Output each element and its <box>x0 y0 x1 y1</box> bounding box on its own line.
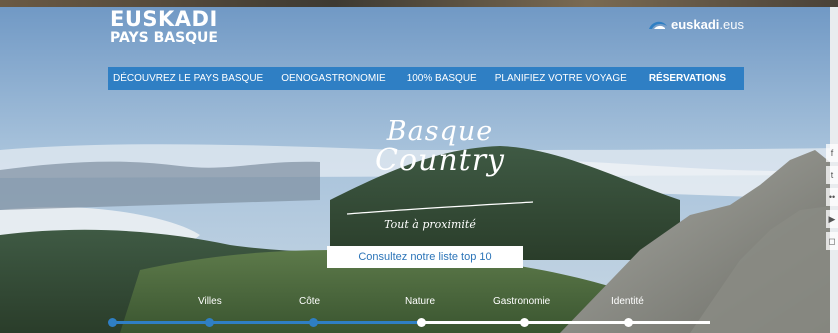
top10-cta-button[interactable]: Consultez notre liste top 10 <box>327 246 523 268</box>
nav-item-reservations[interactable]: RÉSERVATIONS <box>649 73 726 84</box>
hero-tagline: Tout à proximité <box>384 218 476 231</box>
facebook-icon[interactable]: f <box>826 144 838 162</box>
brand-name: euskadi <box>671 17 720 32</box>
twitter-icon[interactable]: t <box>826 166 838 184</box>
euskadi-wave-icon <box>649 21 667 29</box>
timeline-label-nature[interactable]: Nature <box>405 296 435 307</box>
hero-title-line-2: Country <box>374 143 505 178</box>
timeline-label-villes[interactable]: Villes <box>198 296 222 307</box>
instagram-icon[interactable]: ◻ <box>826 232 838 250</box>
timeline-dot-villes[interactable] <box>205 318 214 327</box>
timeline-start-dot <box>108 318 117 327</box>
nav-item-planifiez[interactable]: PLANIFIEZ VOTRE VOYAGE <box>495 73 627 84</box>
flickr-icon[interactable]: •• <box>826 188 838 206</box>
timeline-label-identite[interactable]: Identité <box>611 296 644 307</box>
brand-tld: .eus <box>719 17 744 32</box>
timeline-dot-gastronomie[interactable] <box>520 318 529 327</box>
timeline-label-gastronomie[interactable]: Gastronomie <box>493 296 550 307</box>
euskadi-logo[interactable]: EUSKADI PAYS BASQUE <box>110 7 218 46</box>
nav-item-100-basque[interactable]: 100% BASQUE <box>407 73 477 84</box>
main-nav: DÉCOUVREZ LE PAYS BASQUE OENOGASTRONOMIE… <box>108 67 744 90</box>
hero-swash-decoration <box>346 201 534 215</box>
timeline-remaining <box>422 321 710 324</box>
nav-item-decouvrez[interactable]: DÉCOUVREZ LE PAYS BASQUE <box>113 73 263 84</box>
timeline-dot-cote[interactable] <box>309 318 318 327</box>
logo-line-2: PAYS BASQUE <box>110 30 218 46</box>
timeline-label-cote[interactable]: Côte <box>299 296 320 307</box>
timeline-track <box>108 318 710 327</box>
hero-title: Basque Country <box>350 118 530 177</box>
timeline-progress <box>110 321 422 324</box>
top-image-strip <box>0 0 838 7</box>
nav-item-oenogastronomie[interactable]: OENOGASTRONOMIE <box>281 73 385 84</box>
timeline-dot-nature[interactable] <box>417 318 426 327</box>
social-sidebar: f t •• ▶ ◻ <box>826 144 838 254</box>
euskadi-eus-link[interactable]: euskadi .eus <box>648 17 744 32</box>
timeline-dot-identite[interactable] <box>624 318 633 327</box>
youtube-icon[interactable]: ▶ <box>826 210 838 228</box>
logo-line-1: EUSKADI <box>110 7 218 31</box>
hero-title-line-1: Basque <box>386 116 494 147</box>
